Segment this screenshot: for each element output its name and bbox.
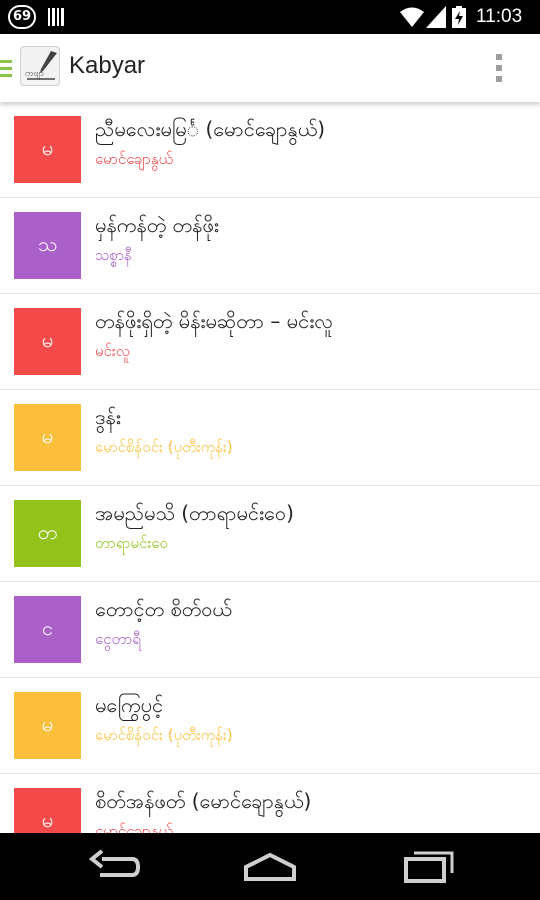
notification-count-badge: 69	[8, 5, 36, 29]
author-initial-avatar: မ	[14, 692, 81, 759]
status-bar: 69 11:03	[0, 0, 540, 34]
poem-title: စိတ်အန်ဖတ် (မောင်ချောနွယ်)	[95, 789, 312, 813]
app-logo-text: ကဗျာ	[25, 69, 45, 79]
status-time: 11:03	[476, 6, 523, 27]
poem-author: မောင်စိန်ဝင်း (ပုတီးကုန်း)	[95, 726, 233, 744]
author-initial-avatar: တ	[14, 500, 81, 567]
action-bar: ကဗျာ Kabyar	[0, 34, 540, 102]
battery-charging-icon	[452, 6, 466, 28]
poem-author: မောင်ချောနွယ်	[95, 150, 174, 168]
list-item[interactable]: မ ဒွန်း မောင်စိန်ဝင်း (ပုတီးကုန်း)	[0, 390, 540, 486]
poem-title: ညီမလေးမမြင်္ (မောင်ချောနွယ်)	[95, 117, 326, 141]
poem-title: မှန်ကန်တဲ့ တန်ဖိုး	[95, 213, 219, 237]
poem-author: မင်းလူ	[95, 342, 130, 360]
overflow-menu-icon[interactable]	[496, 54, 504, 84]
poem-title: ဒွန်း	[95, 405, 121, 429]
poem-author: သစ္စာနီ	[95, 246, 132, 264]
author-initial-avatar: မ	[14, 308, 81, 375]
poem-title: အမည်မသိ (တာရာမင်းဝေ)	[95, 501, 294, 525]
recent-apps-icon[interactable]	[402, 847, 456, 887]
barcode-icon	[48, 8, 66, 26]
list-item[interactable]: မ ညီမလေးမမြင်္ (မောင်ချောနွယ်) မောင်ချော…	[0, 102, 540, 198]
app-title: Kabyar	[69, 52, 146, 79]
poem-list: မ ညီမလေးမမြင်္ (မောင်ချောနွယ်) မောင်ချော…	[0, 102, 540, 833]
app-logo-icon[interactable]: ကဗျာ	[20, 46, 60, 86]
drawer-icon[interactable]	[0, 60, 12, 78]
home-icon[interactable]	[242, 847, 298, 887]
poem-author: မောင်စိန်ဝင်း (ပုတီးကုန်း)	[95, 438, 233, 456]
list-item[interactable]: င တောင့်တ စိတ်ဝယ် ငွေတာရီ	[0, 582, 540, 678]
list-item[interactable]: မ တန်ဖိုးရှိတဲ့ မိန်းမဆိုတာ – မင်းလူ မင်…	[0, 294, 540, 390]
poem-author: မောင်ချောနွယ်	[95, 822, 174, 833]
author-initial-avatar: င	[14, 596, 81, 663]
list-item[interactable]: တ အမည်မသိ (တာရာမင်းဝေ) တာရာမင်းဝေ	[0, 486, 540, 582]
wifi-icon	[400, 7, 424, 27]
author-initial-avatar: သ	[14, 212, 81, 279]
poem-author: ငွေတာရီ	[95, 630, 141, 648]
poem-title: မကြွေပွင့်	[95, 693, 164, 717]
signal-icon	[426, 6, 446, 28]
list-item[interactable]: သ မှန်ကန်တဲ့ တန်ဖိုး သစ္စာနီ	[0, 198, 540, 294]
list-item[interactable]: မ မကြွေပွင့် မောင်စိန်ဝင်း (ပုတီးကုန်း)	[0, 678, 540, 774]
poem-title: တန်ဖိုးရှိတဲ့ မိန်းမဆိုတာ – မင်းလူ	[95, 309, 334, 333]
author-initial-avatar: မ	[14, 404, 81, 471]
author-initial-avatar: မ	[14, 788, 81, 833]
author-initial-avatar: မ	[14, 116, 81, 183]
list-item[interactable]: မ စိတ်အန်ဖတ် (မောင်ချောနွယ်) မောင်ချောနွ…	[0, 774, 540, 833]
navigation-bar	[0, 833, 540, 900]
back-icon[interactable]	[86, 847, 140, 887]
poem-title: တောင့်တ စိတ်ဝယ်	[95, 597, 232, 621]
poem-author: တာရာမင်းဝေ	[95, 534, 168, 552]
